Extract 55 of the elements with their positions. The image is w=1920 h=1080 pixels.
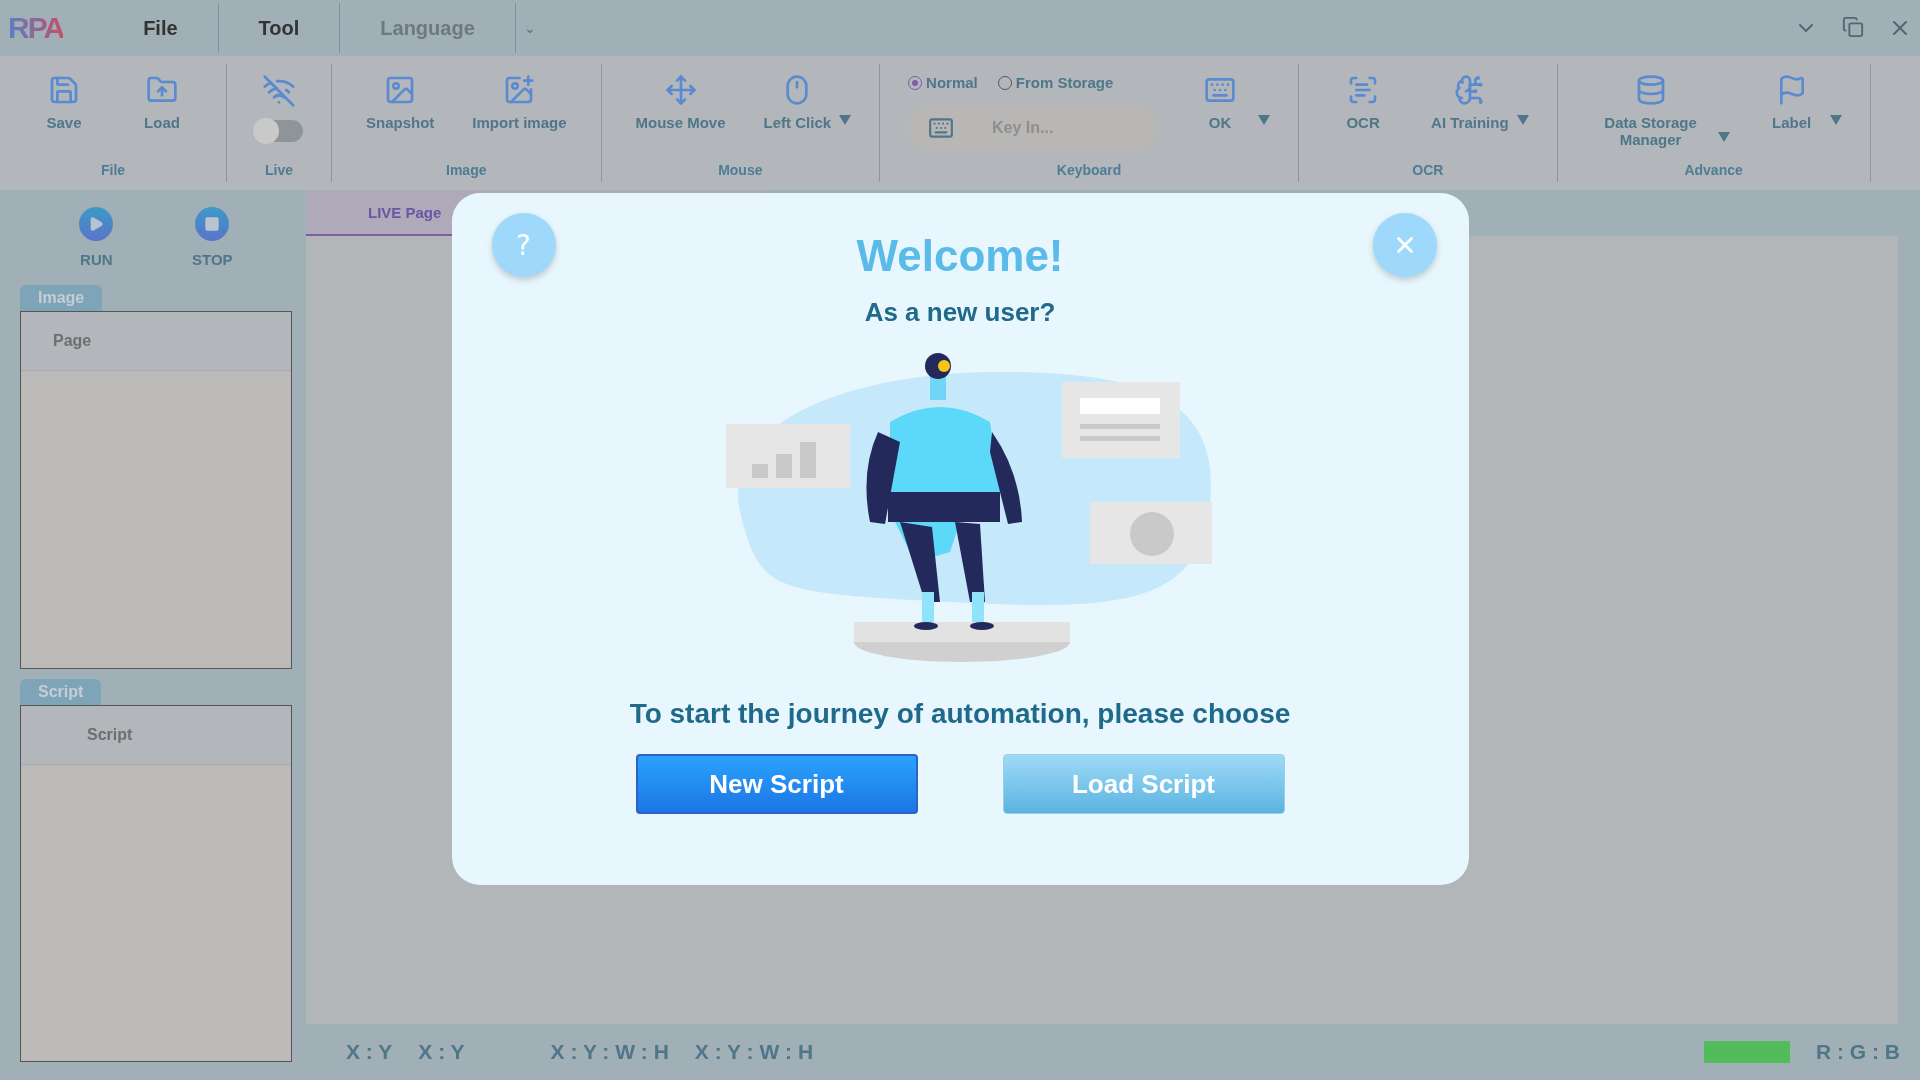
keyboard-icon bbox=[928, 115, 955, 141]
panel-tab[interactable]: Image bbox=[20, 285, 103, 311]
ribbon-button[interactable]: Mouse Move bbox=[629, 74, 732, 131]
ribbon-icon bbox=[503, 74, 536, 106]
dropdown-caret-icon[interactable] bbox=[1258, 115, 1271, 125]
ribbon-icon bbox=[48, 74, 80, 106]
dropdown-caret-icon[interactable] bbox=[1829, 115, 1842, 125]
ribbon-button[interactable]: Data Storage Manager bbox=[1585, 74, 1716, 148]
menu-caret[interactable]: ⌄ bbox=[523, 20, 536, 36]
dialog-prompt: To start the journey of automation, please choose bbox=[629, 698, 1291, 730]
ribbon-button[interactable]: OCR bbox=[1327, 74, 1400, 131]
ribbon-button[interactable]: AI Training bbox=[1425, 74, 1515, 131]
coordinate-readout: X : Y : W : H bbox=[550, 1040, 669, 1064]
color-readout: R : G : B bbox=[1816, 1040, 1900, 1064]
close-button[interactable] bbox=[1372, 213, 1437, 277]
dialog-subtitle: As a new user? bbox=[864, 297, 1056, 328]
control-icon bbox=[79, 207, 114, 241]
ribbon-button[interactable]: Save bbox=[28, 74, 100, 131]
ribbon-button[interactable]: Left Click bbox=[757, 74, 838, 131]
dialog-title: Welcome! bbox=[856, 231, 1064, 281]
coordinate-readout: X : Y bbox=[346, 1040, 393, 1064]
list-header-text: Script bbox=[87, 725, 133, 744]
list-header-text: Page bbox=[53, 332, 92, 350]
ribbon-button[interactable]: Label bbox=[1755, 74, 1828, 131]
control-icon bbox=[195, 207, 230, 241]
dropdown-caret-icon[interactable] bbox=[839, 115, 852, 125]
group-label: Mouse bbox=[718, 162, 763, 180]
ribbon-button[interactable]: Import image bbox=[466, 74, 573, 131]
ribbon-button[interactable]: OK bbox=[1184, 74, 1257, 131]
dialog-button[interactable]: Load Script bbox=[1002, 754, 1285, 814]
group-label: Live bbox=[265, 162, 293, 180]
run-control-button[interactable]: RUN bbox=[73, 206, 120, 269]
panel-tab[interactable]: Script bbox=[20, 678, 102, 705]
group-label: Keyboard bbox=[1056, 162, 1122, 180]
group-label: File bbox=[100, 162, 126, 180]
group-label: Image bbox=[446, 162, 487, 180]
run-control-button[interactable]: STOP bbox=[186, 206, 239, 269]
ribbon-button[interactable]: Load bbox=[126, 74, 198, 131]
ribbon-button[interactable]: Snapshot bbox=[360, 74, 441, 131]
group-label: Advance bbox=[1684, 162, 1743, 180]
radio-option[interactable]: From Storage bbox=[997, 74, 1114, 91]
radio-option[interactable]: Normal bbox=[908, 74, 978, 91]
dialog-button[interactable]: New Script bbox=[635, 754, 918, 814]
coordinate-readout: X : Y : W : H bbox=[694, 1040, 814, 1064]
group-label: OCR bbox=[1412, 162, 1444, 180]
menu-item[interactable]: Tool bbox=[218, 3, 341, 53]
ribbon-icon bbox=[1453, 74, 1486, 106]
menu-item[interactable]: File bbox=[103, 3, 219, 53]
ribbon-icon bbox=[664, 74, 697, 106]
help-button[interactable]: ? bbox=[491, 213, 556, 277]
coordinate-readout: X : Y bbox=[418, 1040, 465, 1064]
dropdown-caret-icon[interactable] bbox=[1717, 132, 1730, 142]
dropdown-caret-icon[interactable] bbox=[1516, 115, 1529, 125]
restore-icon[interactable] bbox=[1842, 16, 1864, 38]
live-toggle[interactable] bbox=[255, 120, 303, 142]
